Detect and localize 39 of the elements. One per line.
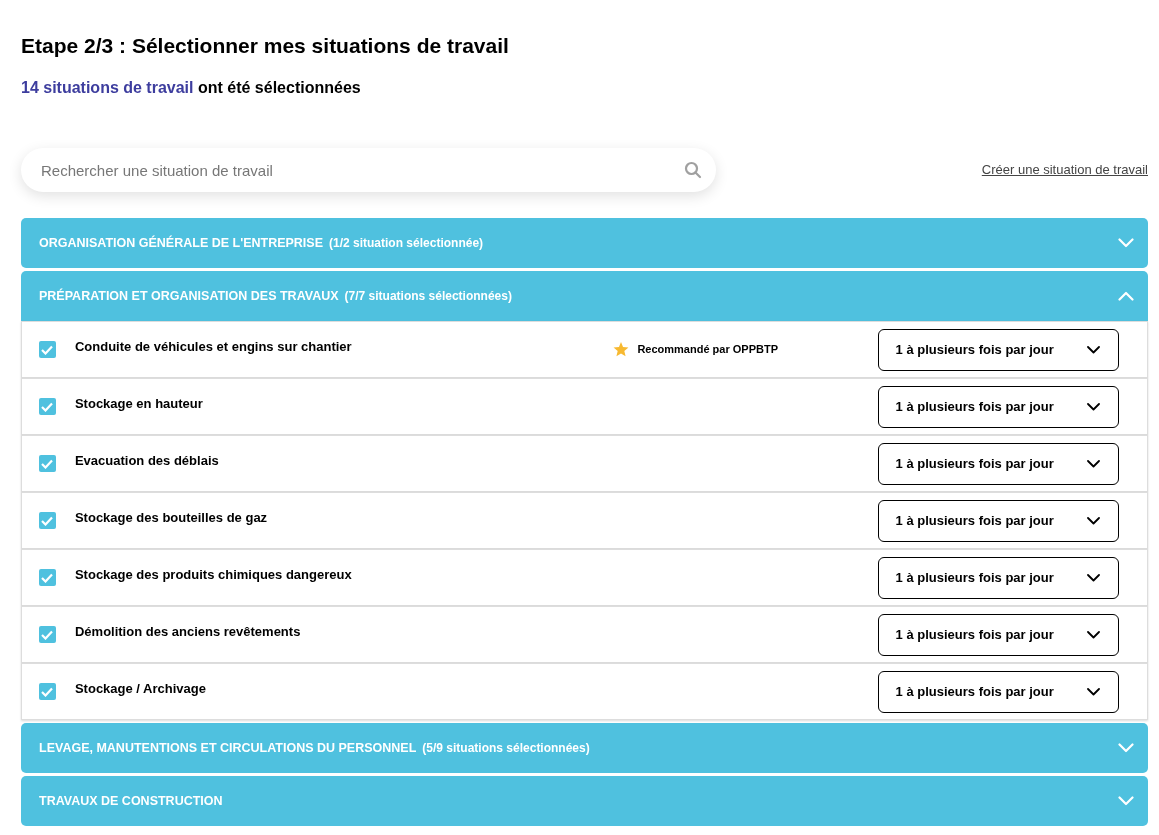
checkbox[interactable] <box>39 398 56 415</box>
chevron-down-icon <box>1087 687 1100 696</box>
page-title: Etape 2/3 : Sélectionner mes situations de travail <box>21 33 509 59</box>
frequency-select[interactable]: 1 à plusieurs fois par jour <box>877 499 1119 542</box>
chevron-down-icon <box>1087 459 1100 468</box>
situation-label: Démolition des anciens revêtements <box>74 622 302 641</box>
situation-label: Conduite de véhicules et engins sur chantier <box>74 337 353 356</box>
chevron-down-icon <box>1118 796 1134 806</box>
chevron-down-icon <box>1087 573 1100 582</box>
chevron-down-icon <box>1118 743 1134 753</box>
frequency-select[interactable]: 1 à plusieurs fois par jour <box>877 556 1119 599</box>
search-field[interactable]: Rechercher une situation de travail <box>21 148 716 192</box>
chevron-down-icon <box>1087 516 1100 525</box>
situation-label: Stockage en hauteur <box>74 394 204 413</box>
frequency-select[interactable]: 1 à plusieurs fois par jour <box>877 442 1119 485</box>
situation-label: Stockage des produits chimiques dangereux <box>74 565 353 584</box>
chevron-up-icon <box>1118 291 1134 301</box>
chevron-down-icon <box>1118 238 1134 248</box>
situation-label: Stockage des bouteilles de gaz <box>74 508 269 527</box>
search-icon[interactable] <box>684 161 702 179</box>
create-situation-link[interactable]: Créer une situation de travail <box>981 160 1148 180</box>
checkbox[interactable] <box>39 569 56 586</box>
situation-label: Stockage / Archivage <box>74 679 207 698</box>
star-icon <box>613 342 630 357</box>
chevron-down-icon <box>1087 345 1100 354</box>
frequency-select[interactable]: 1 à plusieurs fois par jour <box>877 670 1119 713</box>
checkbox[interactable] <box>39 683 56 700</box>
recommendation-label: Recommandé par OPPBTP <box>637 342 778 358</box>
situation-label: Evacuation des déblais <box>74 451 220 470</box>
checkbox[interactable] <box>39 512 56 529</box>
selection-summary: 14 situations de travail ont été sélectionnées <box>21 78 361 98</box>
checkbox[interactable] <box>39 455 56 472</box>
checkbox[interactable] <box>39 626 56 643</box>
chevron-down-icon <box>1087 630 1100 639</box>
chevron-down-icon <box>1087 402 1100 411</box>
checkbox[interactable] <box>39 341 56 358</box>
frequency-select[interactable]: 1 à plusieurs fois par jour <box>877 613 1119 656</box>
frequency-select[interactable]: 1 à plusieurs fois par jour <box>877 328 1119 371</box>
frequency-select[interactable]: 1 à plusieurs fois par jour <box>877 385 1119 428</box>
